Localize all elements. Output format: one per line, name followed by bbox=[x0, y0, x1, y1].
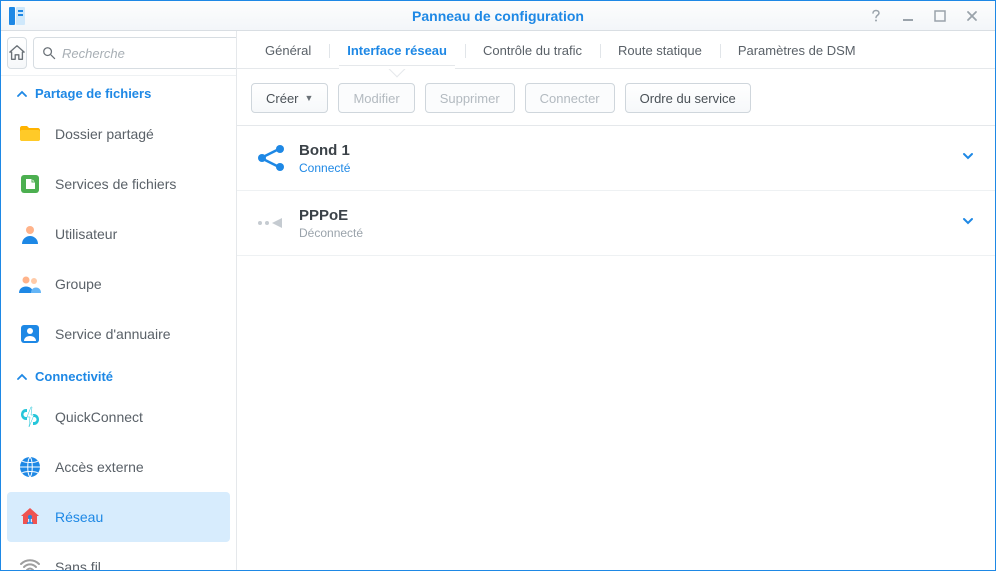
sidebar-item-label: Accès externe bbox=[55, 459, 144, 475]
group-icon bbox=[17, 271, 43, 297]
sidebar-item-file-services[interactable]: Services de fichiers bbox=[1, 159, 236, 209]
tab-dsm-settings[interactable]: Paramètres de DSM bbox=[720, 34, 874, 68]
folder-icon bbox=[17, 121, 43, 147]
window-title: Panneau de configuration bbox=[1, 8, 995, 24]
service-order-button[interactable]: Ordre du service bbox=[625, 83, 751, 113]
search-icon bbox=[42, 46, 56, 60]
sidebar-item-group[interactable]: Groupe bbox=[1, 259, 236, 309]
wifi-icon bbox=[17, 554, 43, 570]
modify-button[interactable]: Modifier bbox=[338, 83, 414, 113]
pppoe-icon bbox=[251, 203, 291, 243]
directory-icon bbox=[17, 321, 43, 347]
sidebar-top bbox=[1, 31, 236, 76]
maximize-icon[interactable] bbox=[931, 7, 949, 25]
tab-label: Paramètres de DSM bbox=[738, 43, 856, 58]
tabs: Général Interface réseau Contrôle du tra… bbox=[237, 31, 995, 69]
quickconnect-icon bbox=[17, 404, 43, 430]
interface-text: Bond 1 Connecté bbox=[299, 142, 961, 175]
network-icon bbox=[17, 504, 43, 530]
sidebar-item-label: Utilisateur bbox=[55, 226, 117, 242]
titlebar: Panneau de configuration bbox=[1, 1, 995, 31]
window-buttons bbox=[867, 7, 995, 25]
sidebar-item-label: Services de fichiers bbox=[55, 176, 176, 192]
tab-label: Contrôle du trafic bbox=[483, 43, 582, 58]
tab-static-route[interactable]: Route statique bbox=[600, 34, 720, 68]
button-label: Ordre du service bbox=[640, 91, 736, 106]
interface-text: PPPoE Déconnecté bbox=[299, 207, 961, 240]
app-icon bbox=[5, 4, 29, 28]
tab-label: Route statique bbox=[618, 43, 702, 58]
interface-name: PPPoE bbox=[299, 207, 961, 224]
interface-name: Bond 1 bbox=[299, 142, 961, 159]
tab-label: Interface réseau bbox=[347, 43, 447, 58]
home-button[interactable] bbox=[7, 37, 27, 69]
section-header-connectivity[interactable]: Connectivité bbox=[1, 359, 236, 392]
interface-status: Connecté bbox=[299, 161, 961, 175]
sidebar-item-label: Groupe bbox=[55, 276, 102, 292]
chevron-up-icon bbox=[17, 89, 27, 99]
sidebar-item-wireless[interactable]: Sans fil bbox=[1, 542, 236, 570]
sidebar-item-shared-folder[interactable]: Dossier partagé bbox=[1, 109, 236, 159]
main: Général Interface réseau Contrôle du tra… bbox=[237, 31, 995, 570]
close-icon[interactable] bbox=[963, 7, 981, 25]
tab-traffic-control[interactable]: Contrôle du trafic bbox=[465, 34, 600, 68]
section-header-file-sharing[interactable]: Partage de fichiers bbox=[1, 76, 236, 109]
interface-list: Bond 1 Connecté PPPoE Déconnecté bbox=[237, 126, 995, 570]
help-icon[interactable] bbox=[867, 7, 885, 25]
sidebar-item-network[interactable]: Réseau bbox=[7, 492, 230, 542]
home-icon bbox=[8, 44, 26, 62]
chevron-down-icon[interactable] bbox=[961, 149, 975, 168]
sidebar-item-label: QuickConnect bbox=[55, 409, 143, 425]
tab-network-interface[interactable]: Interface réseau bbox=[329, 34, 465, 68]
bond-icon bbox=[251, 138, 291, 178]
window: Panneau de configuration bbox=[0, 0, 996, 571]
interface-row-bond1[interactable]: Bond 1 Connecté bbox=[237, 126, 995, 191]
section-label: Partage de fichiers bbox=[35, 86, 151, 101]
minimize-icon[interactable] bbox=[899, 7, 917, 25]
button-label: Créer bbox=[266, 91, 299, 106]
globe-icon bbox=[17, 454, 43, 480]
chevron-up-icon bbox=[17, 372, 27, 382]
interface-status: Déconnecté bbox=[299, 226, 961, 240]
sidebar-item-label: Sans fil bbox=[55, 559, 101, 570]
section-label: Connectivité bbox=[35, 369, 113, 384]
sidebar-item-label: Réseau bbox=[55, 509, 103, 525]
user-icon bbox=[17, 221, 43, 247]
button-label: Supprimer bbox=[440, 91, 500, 106]
sidebar-item-directory[interactable]: Service d'annuaire bbox=[1, 309, 236, 359]
interface-row-pppoe[interactable]: PPPoE Déconnecté bbox=[237, 191, 995, 256]
sidebar: Partage de fichiers Dossier partagé Serv… bbox=[1, 31, 237, 570]
create-button[interactable]: Créer ▼ bbox=[251, 83, 328, 113]
tab-general[interactable]: Général bbox=[247, 34, 329, 68]
sidebar-item-label: Service d'annuaire bbox=[55, 326, 171, 342]
connect-button[interactable]: Connecter bbox=[525, 83, 615, 113]
sidebar-item-label: Dossier partagé bbox=[55, 126, 154, 142]
tab-label: Général bbox=[265, 43, 311, 58]
delete-button[interactable]: Supprimer bbox=[425, 83, 515, 113]
search-input[interactable] bbox=[62, 46, 237, 61]
chevron-down-icon[interactable] bbox=[961, 214, 975, 233]
sidebar-item-quickconnect[interactable]: QuickConnect bbox=[1, 392, 236, 442]
sidebar-item-user[interactable]: Utilisateur bbox=[1, 209, 236, 259]
sidebar-item-external-access[interactable]: Accès externe bbox=[1, 442, 236, 492]
toolbar: Créer ▼ Modifier Supprimer Connecter Ord… bbox=[237, 69, 995, 126]
search-box[interactable] bbox=[33, 37, 237, 69]
file-services-icon bbox=[17, 171, 43, 197]
body: Partage de fichiers Dossier partagé Serv… bbox=[1, 31, 995, 570]
caret-down-icon: ▼ bbox=[305, 93, 314, 103]
button-label: Modifier bbox=[353, 91, 399, 106]
button-label: Connecter bbox=[540, 91, 600, 106]
